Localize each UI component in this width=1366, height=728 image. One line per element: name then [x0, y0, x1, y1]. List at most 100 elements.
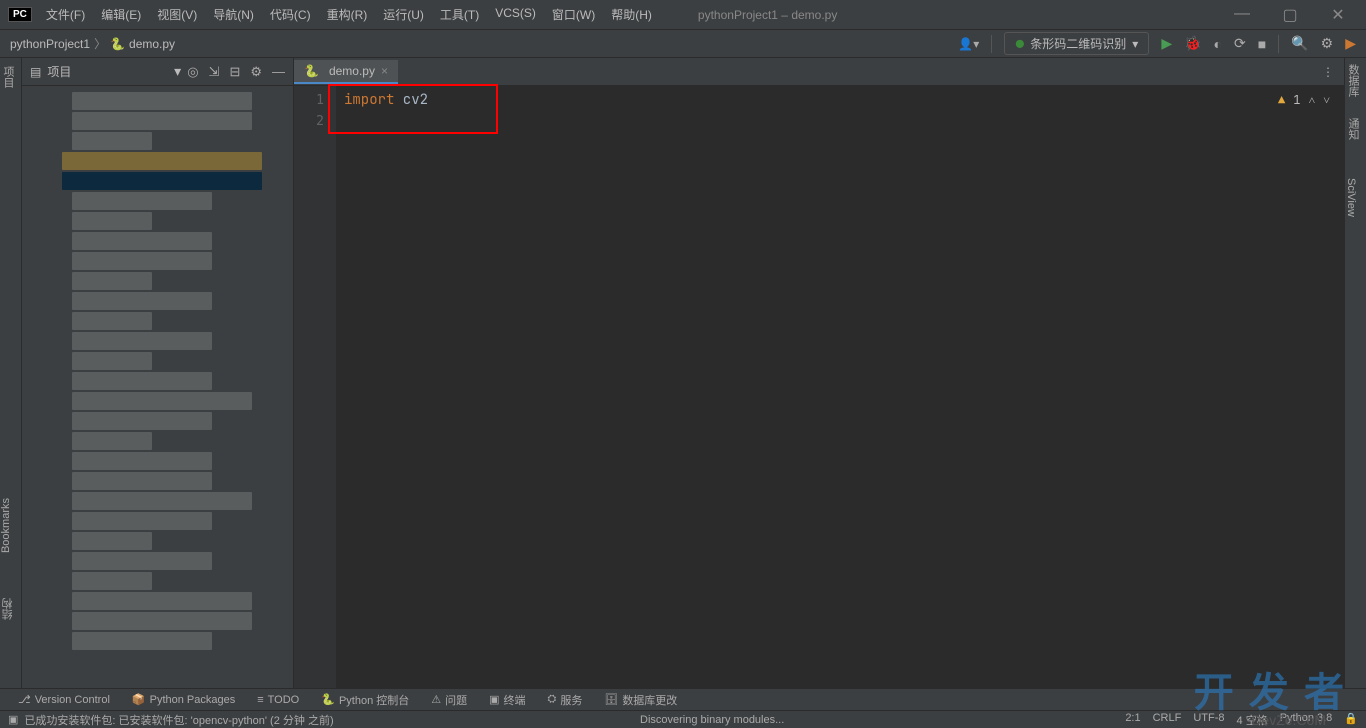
tree-item[interactable] — [72, 472, 212, 490]
tree-item[interactable] — [72, 492, 252, 510]
tree-item[interactable] — [72, 252, 212, 270]
breadcrumb-project[interactable]: pythonProject1 — [10, 37, 90, 51]
tree-item[interactable] — [72, 392, 252, 410]
menu-window[interactable]: 窗口(W) — [546, 4, 601, 25]
editor-inspection-widget[interactable]: ▲ 1 ˄ ˅ — [1278, 92, 1330, 108]
profile-button[interactable]: ⟳ — [1234, 35, 1246, 52]
divider — [1278, 35, 1279, 53]
debug-button[interactable]: 🐞 — [1184, 35, 1201, 52]
tree-item[interactable] — [72, 612, 252, 630]
tree-item-highlight[interactable] — [62, 152, 262, 170]
run-button[interactable]: ▶ — [1161, 35, 1172, 52]
stop-button[interactable]: ■ — [1258, 36, 1266, 52]
gear-icon[interactable]: ⚙ — [250, 64, 262, 80]
menu-code[interactable]: 代码(C) — [264, 4, 317, 25]
codewithme-icon[interactable]: ▶ — [1345, 35, 1356, 52]
tree-item[interactable] — [72, 212, 152, 230]
prev-highlight-icon[interactable]: ˄ — [1308, 92, 1315, 108]
coverage-button[interactable]: ◐ — [1214, 36, 1222, 52]
menu-vcs[interactable]: VCS(S) — [489, 4, 542, 25]
next-highlight-icon[interactable]: ˅ — [1323, 92, 1330, 108]
tree-item[interactable] — [72, 112, 252, 130]
tree-item[interactable] — [72, 232, 212, 250]
status-icon[interactable]: ▣ — [8, 713, 18, 726]
tree-item[interactable] — [72, 572, 152, 590]
menu-navigate[interactable]: 导航(N) — [207, 4, 260, 25]
window-title: pythonProject1 – demo.py — [658, 8, 1222, 22]
breadcrumb-file[interactable]: demo.py — [129, 37, 175, 51]
settings-icon[interactable]: ⚙ — [1321, 35, 1334, 52]
hide-icon[interactable]: — — [272, 64, 285, 80]
todo-tab[interactable]: ≡TODO — [247, 692, 309, 708]
warning-count: 1 — [1293, 92, 1300, 108]
tree-item-selected[interactable] — [62, 172, 262, 190]
file-encoding[interactable]: UTF-8 — [1193, 712, 1224, 728]
code-area[interactable]: import cv2 ▲ 1 ˄ ˅ — [336, 86, 1344, 688]
tree-item[interactable] — [72, 352, 152, 370]
terminal-tab[interactable]: ▣终端 — [479, 690, 535, 710]
menu-tools[interactable]: 工具(T) — [434, 4, 485, 25]
right-tool-strip: 数据库 通知 SciView — [1344, 58, 1366, 688]
locate-icon[interactable]: ◎ — [187, 64, 198, 80]
project-pane-title[interactable]: 项目 — [47, 63, 168, 80]
database-tool-tab[interactable]: 数据库 — [1345, 64, 1361, 97]
tree-item[interactable] — [72, 372, 212, 390]
tree-item[interactable] — [72, 312, 152, 330]
maximize-button[interactable]: ▢ — [1270, 5, 1310, 25]
tree-item[interactable] — [72, 292, 212, 310]
menu-view[interactable]: 视图(V) — [151, 4, 203, 25]
python-console-tab[interactable]: 🐍Python 控制台 — [311, 690, 419, 710]
tree-item[interactable] — [72, 192, 212, 210]
tree-item[interactable] — [72, 412, 212, 430]
menu-file[interactable]: 文件(F) — [40, 4, 91, 25]
minimize-button[interactable]: — — [1222, 5, 1262, 25]
menu-help[interactable]: 帮助(H) — [605, 4, 658, 25]
tree-item[interactable] — [72, 632, 212, 650]
editor-body[interactable]: 1 2 import cv2 ▲ 1 ˄ ˅ — [294, 86, 1344, 688]
version-control-tab[interactable]: ⎇Version Control — [8, 691, 120, 708]
user-icon[interactable]: 👤▾ — [958, 37, 979, 51]
run-config-selector[interactable]: 条形码二维码识别 ▾ — [1004, 32, 1149, 55]
tree-item[interactable] — [72, 552, 212, 570]
menu-refactor[interactable]: 重构(R) — [321, 4, 374, 25]
interpreter[interactable]: Python 3.8 — [1280, 712, 1333, 728]
tree-item[interactable] — [72, 332, 212, 350]
close-tab-icon[interactable]: × — [381, 64, 388, 78]
indent-config[interactable]: 4 空格 — [1237, 712, 1268, 728]
menu-run[interactable]: 运行(U) — [377, 4, 430, 25]
close-button[interactable]: ✕ — [1318, 5, 1358, 25]
chevron-down-icon[interactable]: ▾ — [174, 63, 181, 80]
status-bar: ▣ 已成功安装软件包: 已安装软件包: 'opencv-python' (2 分… — [0, 710, 1366, 728]
highlight-box — [328, 84, 498, 134]
project-tool-tab[interactable]: 项目 — [0, 66, 16, 88]
lock-icon[interactable]: 🔒 — [1344, 712, 1358, 728]
tree-item[interactable] — [72, 432, 152, 450]
expand-icon[interactable]: ⇲ — [209, 64, 220, 80]
tab-more-icon[interactable]: ⋮ — [1322, 65, 1344, 79]
sciview-tool-tab[interactable]: SciView — [1345, 178, 1357, 217]
collapse-icon[interactable]: ⊟ — [229, 64, 240, 80]
tree-item[interactable] — [72, 132, 152, 150]
tree-item[interactable] — [72, 532, 152, 550]
editor-tab[interactable]: 🐍 demo.py × — [294, 60, 398, 84]
bookmarks-tool-tab[interactable]: Bookmarks — [0, 498, 12, 553]
line-gutter: 1 2 — [294, 86, 336, 688]
tree-item[interactable] — [72, 592, 252, 610]
tree-item[interactable] — [72, 512, 212, 530]
services-icon: ⛭ — [548, 693, 557, 706]
search-icon[interactable]: 🔍 — [1291, 35, 1308, 52]
tree-item[interactable] — [72, 272, 152, 290]
project-tree[interactable] — [22, 86, 293, 688]
db-changes-tab[interactable]: 🗄数据库更改 — [594, 690, 687, 710]
menu-edit[interactable]: 编辑(E) — [95, 4, 147, 25]
line-separator[interactable]: CRLF — [1153, 712, 1182, 728]
tree-item[interactable] — [72, 92, 252, 110]
tree-item[interactable] — [72, 452, 212, 470]
python-packages-tab[interactable]: 📦Python Packages — [122, 691, 245, 708]
notifications-tool-tab[interactable]: 通知 — [1345, 118, 1361, 140]
structure-tool-tab[interactable]: 结构 — [0, 598, 16, 620]
services-tab[interactable]: ⛭服务 — [538, 690, 593, 710]
caret-position[interactable]: 2:1 — [1125, 712, 1140, 728]
problems-tab[interactable]: ⚠问题 — [421, 690, 477, 710]
navigation-bar: pythonProject1 〉 🐍 demo.py 👤▾ 条形码二维码识别 ▾… — [0, 30, 1366, 58]
